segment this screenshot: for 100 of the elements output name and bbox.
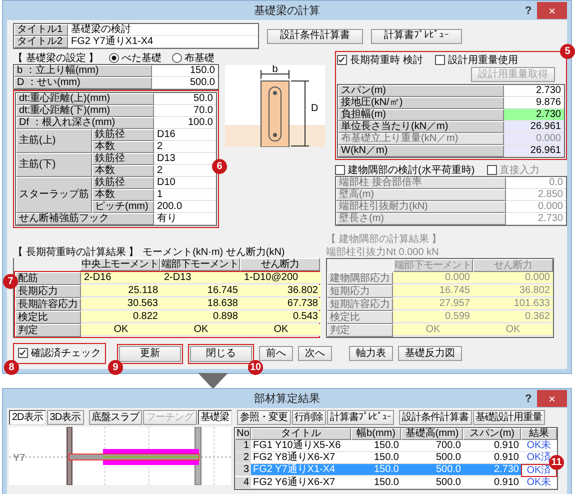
column-header: 端部下モーメント — [160, 258, 240, 271]
table-cell: 700.0 — [401, 440, 463, 452]
value-cell[interactable]: 2.730 — [504, 85, 564, 97]
table-cell: 27.957 — [393, 298, 473, 310]
row-label: 本数 — [92, 165, 154, 177]
result-status: OK未 — [521, 440, 557, 452]
row-label: 接地圧(kN/㎡) — [338, 97, 504, 109]
table-cell: 0.000 — [473, 272, 553, 284]
help-button[interactable]: ? — [519, 392, 537, 406]
value-cell[interactable]: 26.961 — [504, 121, 564, 133]
table-cell: 0.362 — [473, 311, 553, 323]
row-label: 本数 — [92, 141, 154, 153]
table-cell: 150.0 — [351, 440, 401, 452]
close-button[interactable]: × — [537, 390, 567, 407]
toolbar-button[interactable]: 底盤スラブ — [88, 410, 142, 425]
row-label: 壁高(m) — [336, 189, 506, 201]
row-label: 検定比 — [15, 311, 81, 324]
toolbar-button[interactable]: 計算書ﾌﾟﾚﾋﾞｭｰ — [371, 28, 462, 44]
dialog-button[interactable]: 更新 — [119, 346, 181, 362]
toolbar-button[interactable]: 設計条件計算書 — [267, 28, 363, 44]
table-cell: 0.599 — [393, 311, 473, 323]
value-cell[interactable]: 2.730 — [504, 109, 564, 121]
title-field[interactable]: 基礎梁の検討 — [68, 24, 258, 36]
value-cell[interactable]: 200.0 — [154, 201, 216, 213]
table-cell: 2-D13 — [161, 272, 241, 284]
value-cell[interactable]: 70.0 — [154, 105, 216, 117]
field-label: タイトル2 — [14, 36, 68, 48]
row-label: 主筋(上) — [16, 129, 92, 153]
value-cell[interactable]: 50.0 — [154, 93, 216, 105]
toolbar-button[interactable]: 参照・変更 — [237, 410, 291, 425]
row-label: 判定 — [15, 324, 81, 337]
checkbox[interactable]: 長期荷重時 検討 — [337, 52, 423, 66]
callout-badge: 5 — [560, 44, 575, 59]
column-header: 結果 — [521, 428, 557, 440]
table-cell: 2.730 — [463, 464, 521, 476]
row-label: Df ：根入れ深さ(mm) — [16, 117, 154, 129]
toolbar-button[interactable]: 計算書ﾌﾟﾚﾋﾞｭｰ — [327, 410, 394, 425]
table-cell: 18.638 — [161, 298, 241, 310]
row-label: 建物隅部応力 — [327, 272, 393, 285]
value-cell[interactable]: D16 — [154, 129, 216, 141]
table-cell: OK — [161, 324, 241, 336]
table-cell: 2-D16 — [81, 272, 161, 284]
callout-badge: 6 — [212, 159, 227, 174]
value-cell[interactable]: 2 — [154, 165, 216, 177]
help-button[interactable]: ? — [519, 4, 537, 18]
table-cell: 67.738 — [241, 298, 321, 310]
table-cell: 36.802 — [473, 285, 553, 297]
checkbox[interactable]: 確認済チェック — [18, 346, 101, 360]
toolbar-button[interactable]: 行削除 — [292, 410, 326, 425]
close-button[interactable]: × — [537, 2, 567, 19]
table-cell: 1 — [235, 440, 251, 452]
table-cell: 150.0 — [351, 477, 401, 489]
section-heading: 【 長期荷重時の計算結果 】 — [13, 246, 139, 258]
row-label: 長期応力 — [15, 285, 81, 298]
radio-button[interactable]: 布基礎 — [172, 50, 215, 64]
value-cell[interactable]: D10 — [154, 177, 216, 189]
dialog-button[interactable]: 軸力表 — [349, 346, 393, 361]
row-label: 短期応力 — [327, 285, 393, 298]
dialog-button[interactable]: 前へ — [259, 346, 293, 361]
units-note: 端部柱引抜力Nt 0.000 kN — [326, 246, 439, 258]
table-cell: 3 — [235, 464, 251, 476]
value-cell[interactable]: 500.0 — [152, 77, 218, 89]
row-label: 長期許容応力 — [15, 298, 81, 311]
column-header: せん断力 — [473, 259, 553, 272]
table-cell: OK — [81, 324, 161, 336]
column-header: No — [235, 428, 251, 440]
value-cell[interactable]: 1 — [154, 189, 216, 201]
table-cell: 25.118 — [81, 285, 161, 297]
value-cell[interactable]: 150.0 — [152, 65, 218, 77]
window-title: 部材算定結果 — [253, 392, 321, 406]
radio-button[interactable]: べた基礎 — [108, 50, 162, 64]
column-header: 基礎高(mm) — [401, 428, 463, 440]
toolbar-button[interactable]: 基礎設計用重量 — [472, 410, 546, 425]
value-cell[interactable]: 26.961 — [504, 145, 564, 157]
toolbar-button[interactable]: 基礎梁 — [198, 410, 232, 425]
toolbar-button[interactable]: 設計条件計算書 — [399, 410, 472, 425]
toolbar-button[interactable]: 3D表示 — [46, 410, 84, 425]
value-cell[interactable]: 100.0 — [154, 117, 216, 129]
table-cell: OK — [473, 324, 553, 336]
dialog-button[interactable]: 基礎反力図 — [398, 346, 462, 361]
checkbox[interactable]: 設計用重量使用 — [434, 52, 518, 66]
value-cell[interactable]: 有り — [154, 213, 216, 225]
table-cell: 1-D10@200 — [241, 272, 321, 284]
dialog-button[interactable]: 閉じる — [190, 346, 252, 362]
value-cell[interactable]: 9.876 — [504, 97, 564, 109]
table-cell: 150.0 — [351, 464, 401, 476]
table-cell: 4 — [235, 477, 251, 489]
callout-badge: 8 — [4, 360, 19, 375]
row-label: スターラップ筋 — [16, 177, 92, 213]
title-field[interactable]: FG2 Y7通りX1-X4 — [68, 36, 258, 48]
toolbar-button[interactable]: 2D表示 — [9, 410, 46, 425]
row-label: 鉄筋径 — [92, 129, 154, 141]
value-cell[interactable]: 2 — [154, 141, 216, 153]
table-cell: 500.0 — [401, 477, 463, 489]
table-cell: OK — [393, 324, 473, 336]
callout-badge: 10 — [248, 360, 263, 374]
row-label: W(kN／m) — [338, 145, 504, 157]
table-cell: 16.745 — [161, 285, 241, 297]
dialog-button[interactable]: 次へ — [298, 346, 332, 361]
row-label: dt:重心距離(上)(mm) — [16, 93, 154, 105]
